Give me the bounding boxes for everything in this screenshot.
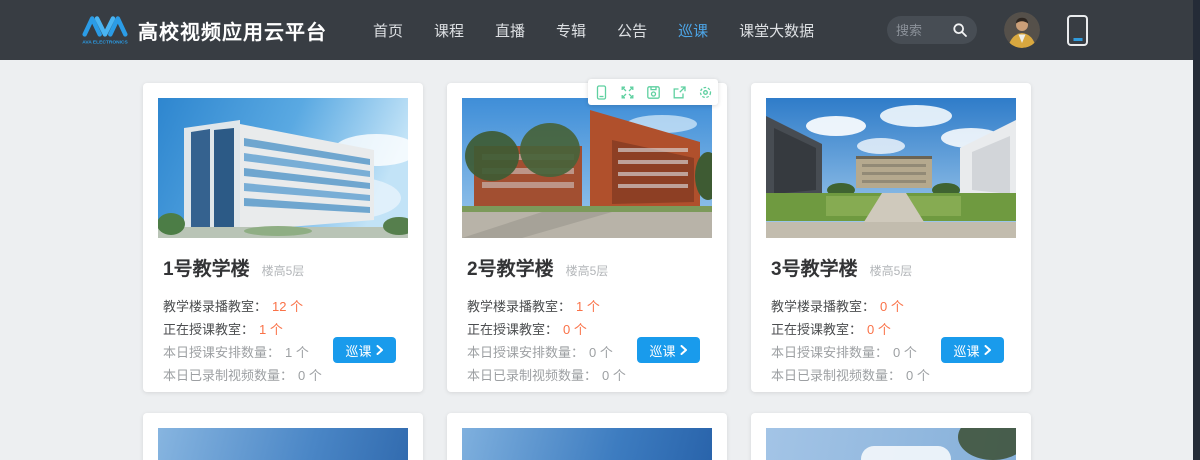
building-card-1: 1号教学楼 楼高5层 教学楼录播教室： 12 个 正在授课教室： 1 个 本日授… (143, 83, 423, 392)
building-title: 3号教学楼 (771, 254, 858, 281)
chevron-right-icon (984, 345, 992, 355)
building-card-2: 2号教学楼 楼高5层 教学楼录播教室： 1 个 正在授课教室： 0 个 本日授课… (447, 83, 727, 392)
building-2-image (462, 98, 712, 238)
building-card-3: 3号教学楼 楼高5层 教学楼录播教室： 0 个 正在授课教室： 0 个 本日授课… (751, 83, 1031, 392)
card-hover-toolbar (588, 79, 718, 105)
building-title: 1号教学楼 (163, 254, 250, 281)
ava-logo-icon: AVA ELECTRONICS (82, 12, 128, 48)
chevron-right-icon (680, 345, 688, 355)
stat-recording-rooms: 教学楼录播教室： 1 个 (467, 294, 712, 317)
building-photo-5[interactable] (462, 428, 712, 460)
building-photo-4[interactable] (158, 428, 408, 460)
building-card-4 (143, 413, 423, 460)
stat-recording-rooms: 教学楼录播教室： 12 个 (163, 294, 408, 317)
scrollbar-track[interactable] (1193, 0, 1200, 460)
share-icon[interactable] (666, 79, 692, 105)
patrol-button[interactable]: 巡课 (333, 337, 396, 363)
nav-item-albums[interactable]: 专辑 (556, 20, 586, 41)
site-title: 高校视频应用云平台 (138, 16, 327, 45)
building-1-image (158, 98, 408, 238)
nav-item-courses[interactable]: 课程 (434, 20, 464, 41)
search-box (887, 16, 977, 44)
cloud-decoration (861, 446, 951, 460)
avatar-image (1004, 12, 1040, 48)
search-input[interactable] (896, 23, 952, 38)
phone-notch (1073, 18, 1082, 20)
device-icon[interactable] (588, 79, 614, 105)
expand-icon[interactable] (614, 79, 640, 105)
brand-text: AVA ELECTRONICS (82, 39, 128, 45)
phone-icon[interactable] (1067, 15, 1088, 46)
nav-item-patrol[interactable]: 巡课 (678, 20, 708, 41)
building-subtitle: 楼高5层 (262, 262, 305, 279)
building-title: 2号教学楼 (467, 254, 554, 281)
save-icon[interactable] (640, 79, 666, 105)
nav-item-live[interactable]: 直播 (495, 20, 525, 41)
building-photo-2[interactable] (462, 98, 712, 238)
top-header: AVA ELECTRONICS 高校视频应用云平台 首页 课程 直播 专辑 公告… (0, 0, 1200, 60)
stat-recording-rooms: 教学楼录播教室： 0 个 (771, 294, 1016, 317)
chevron-right-icon (376, 345, 384, 355)
page: AVA ELECTRONICS 高校视频应用云平台 首页 课程 直播 专辑 公告… (0, 0, 1200, 460)
building-card-6 (751, 413, 1031, 460)
main-nav: 首页 课程 直播 专辑 公告 巡课 课堂大数据 (373, 20, 814, 41)
building-3-image (766, 98, 1016, 238)
brand-logo[interactable]: AVA ELECTRONICS (82, 12, 128, 48)
settings-icon[interactable] (692, 79, 718, 105)
building-cards-row-2 (143, 413, 1031, 460)
search-icon[interactable] (952, 22, 968, 38)
stat-today-recorded: 本日已录制视频数量： 0 个 (771, 363, 1016, 386)
tree-branch-decoration (958, 428, 1016, 460)
building-photo-1[interactable] (158, 98, 408, 238)
building-card-5 (447, 413, 727, 460)
nav-item-classroom-bigdata[interactable]: 课堂大数据 (739, 20, 814, 41)
nav-item-announcements[interactable]: 公告 (617, 20, 647, 41)
user-avatar[interactable] (1004, 12, 1040, 48)
building-subtitle: 楼高5层 (566, 262, 609, 279)
stat-today-recorded: 本日已录制视频数量： 0 个 (467, 363, 712, 386)
patrol-button[interactable]: 巡课 (637, 337, 700, 363)
building-cards-row-1: 1号教学楼 楼高5层 教学楼录播教室： 12 个 正在授课教室： 1 个 本日授… (143, 83, 1031, 392)
nav-item-home[interactable]: 首页 (373, 20, 403, 41)
building-photo-6[interactable] (766, 428, 1016, 460)
building-subtitle: 楼高5层 (870, 262, 913, 279)
stat-today-recorded: 本日已录制视频数量： 0 个 (163, 363, 408, 386)
phone-home-bar (1073, 38, 1082, 41)
patrol-button[interactable]: 巡课 (941, 337, 1004, 363)
building-photo-3[interactable] (766, 98, 1016, 238)
